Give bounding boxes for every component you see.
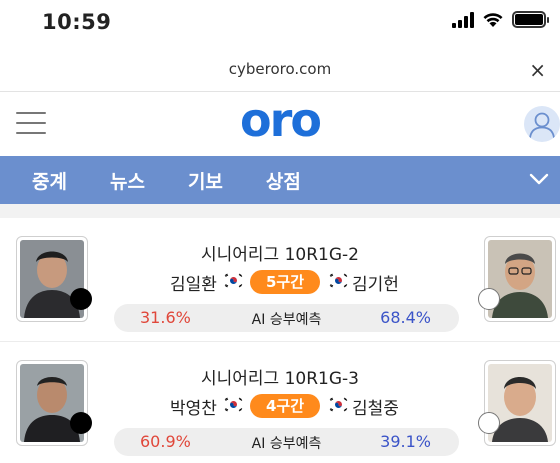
signal-icon (452, 11, 474, 28)
korea-flag-icon (223, 273, 244, 288)
white-player-photo (484, 236, 556, 322)
korea-flag-icon (223, 397, 244, 412)
match-card[interactable]: 시니어리그 10R1G-3 박영찬 4구간 김철중 60.9% AI 승부예측 … (0, 342, 560, 463)
white-win-pct: 39.1% (380, 432, 431, 451)
browser-url-bar: cyberoro.com × (0, 46, 560, 92)
match-players: 김일환 5구간 김기헌 (0, 270, 560, 296)
status-bar: 10:59 (0, 0, 560, 46)
white-win-pct: 68.4% (380, 308, 431, 327)
close-icon[interactable]: × (529, 58, 546, 82)
black-player-name: 김일환 (170, 275, 217, 295)
main-nav: 중계 뉴스 기보 상점 (0, 156, 560, 204)
section-badge: 5구간 (250, 270, 320, 294)
nav-item-records[interactable]: 기보 (188, 167, 223, 194)
match-title: 시니어리그 10R1G-3 (201, 369, 359, 389)
nav-item-shop[interactable]: 상점 (266, 167, 301, 194)
match-title: 시니어리그 10R1G-2 (201, 245, 359, 265)
nav-item-live[interactable]: 중계 (32, 167, 67, 194)
white-player-photo (484, 360, 556, 446)
white-player-name: 김기헌 (352, 275, 399, 295)
match-players: 박영찬 4구간 김철중 (0, 394, 560, 420)
site-logo[interactable]: oro (240, 94, 322, 147)
match-card[interactable]: 시니어리그 10R1G-2 김일환 5구간 김기헌 31.6% AI 승부예측 … (0, 218, 560, 342)
status-time: 10:59 (42, 10, 112, 34)
section-badge: 4구간 (250, 394, 320, 418)
user-icon[interactable] (524, 106, 560, 142)
section-divider (0, 204, 560, 218)
battery-icon (512, 11, 549, 28)
site-header: oro (0, 92, 560, 156)
wifi-icon (483, 13, 503, 27)
black-player-name: 박영찬 (170, 399, 217, 419)
ai-prediction-bar: 60.9% AI 승부예측 39.1% (114, 428, 459, 456)
white-stone-icon (478, 412, 500, 434)
status-icons (452, 11, 549, 28)
ai-prediction-bar: 31.6% AI 승부예측 68.4% (114, 304, 459, 332)
korea-flag-icon (328, 273, 349, 288)
chevron-down-icon[interactable] (528, 168, 550, 190)
nav-item-news[interactable]: 뉴스 (110, 167, 145, 194)
white-player-name: 김철중 (352, 399, 399, 419)
url-text[interactable]: cyberoro.com (0, 60, 560, 78)
korea-flag-icon (328, 397, 349, 412)
menu-icon[interactable] (16, 112, 46, 134)
white-stone-icon (478, 288, 500, 310)
